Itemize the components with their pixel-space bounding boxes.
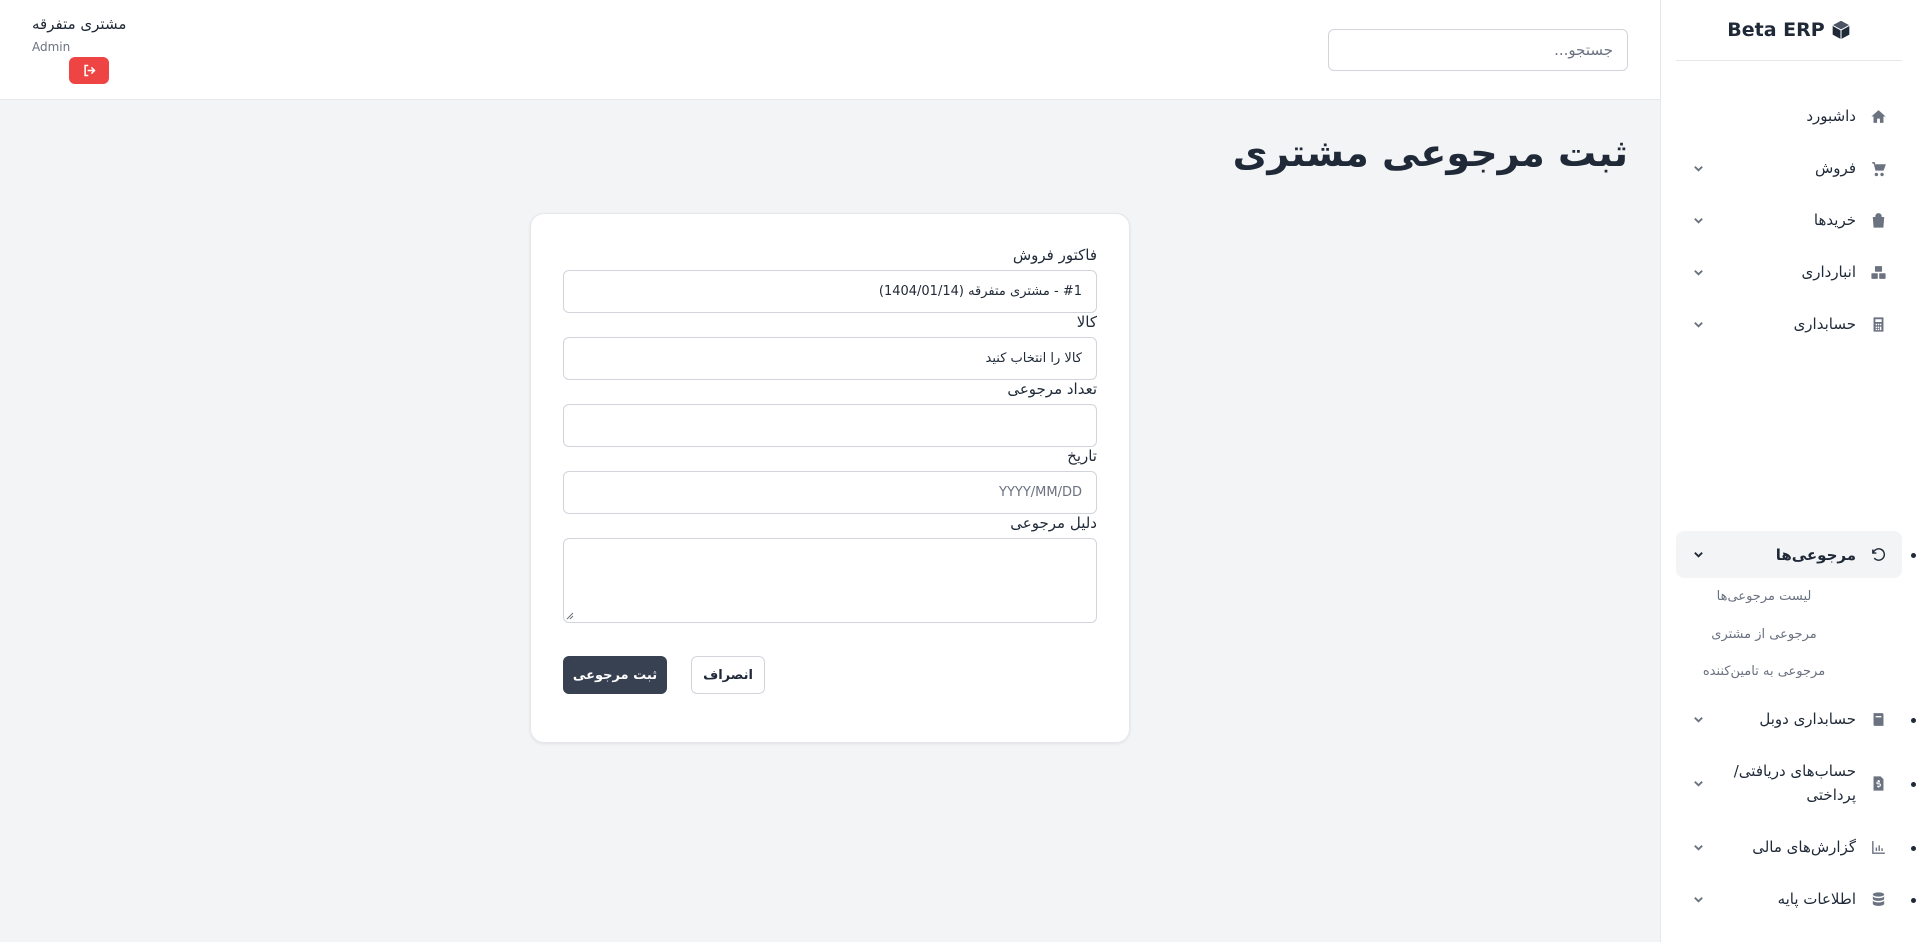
chevron-down-icon [1690,839,1706,855]
label-line-1: حساب‌های دریافتی/ [1733,762,1856,780]
invoice-select[interactable]: #1 - مشتری متفرقه (1404/01/14) [563,270,1097,313]
topbar: مشتری متفرقه Admin [0,0,1660,100]
search-input[interactable] [1328,29,1628,71]
sidebar-item-financial-reports[interactable]: گزارش‌های مالی [1676,824,1902,870]
return-form-card: فاکتور فروش #1 - مشتری متفرقه (1404/01/1… [530,213,1130,743]
reason-textarea[interactable] [563,538,1097,623]
book-icon [1868,709,1888,729]
sidebar-item-inventory[interactable]: انبارداری [1676,249,1902,295]
sidebar: Beta ERP داشبورد فروش خریدها انبارداری ح… [1660,0,1919,942]
chart-icon [1868,837,1888,857]
quantity-input[interactable] [563,404,1097,447]
home-icon [1868,106,1888,126]
date-input[interactable]: YYYY/MM/DD [563,471,1097,514]
database-icon [1868,889,1888,909]
user-name: مشتری متفرقه [32,15,127,33]
sidebar-item-label: حسابداری [1793,315,1856,333]
sidebar-item-label: حساب‌های دریافتی/ پرداختی [1706,759,1856,807]
logout-button[interactable] [69,57,109,84]
label-line-2: پرداختی [1806,786,1856,804]
chevron-down-icon [1690,212,1706,228]
quantity-label: تعداد مرجوعی [1007,380,1097,398]
sidebar-item-label: مرجوعی‌ها [1775,545,1856,564]
reason-label: دلیل مرجوعی [1010,514,1097,532]
sidebar-item-accounting[interactable]: حسابداری [1676,301,1902,347]
chevron-down-icon [1690,264,1706,280]
user-role: Admin [32,40,71,54]
cart-icon [1868,158,1888,178]
bullet-marker [1911,846,1916,851]
sidebar-subitem-customer-return[interactable]: مرجوعی از مشتری [1689,627,1839,642]
chevron-down-icon [1690,711,1706,727]
bag-icon [1868,210,1888,230]
sidebar-subitem-returns-list[interactable]: لیست مرجوعی‌ها [1689,589,1839,604]
bullet-marker [1911,718,1916,723]
logout-icon [83,64,96,77]
cube-icon [1832,20,1850,40]
chevron-down-icon [1690,316,1706,332]
product-label: کالا [1076,313,1097,331]
undo-icon [1868,545,1888,565]
product-select[interactable]: کالا را انتخاب کنید [563,337,1097,380]
chevron-down-icon [1690,547,1706,563]
sidebar-item-double-entry[interactable]: حسابداری دوبل [1676,696,1902,742]
calculator-icon [1868,314,1888,334]
bullet-marker [1911,898,1916,903]
sidebar-subitem-supplier-return[interactable]: مرجوعی به تامین‌کننده [1689,664,1839,679]
chevron-down-icon [1690,775,1706,791]
submit-return-button[interactable]: ثبت مرجوعی [563,656,667,694]
invoice-label: فاکتور فروش [1012,246,1097,264]
brand-name: Beta ERP [1727,19,1825,41]
brand-logo[interactable]: Beta ERP [1676,0,1902,61]
sidebar-item-label: اطلاعات پایه [1777,890,1856,908]
date-label: تاریخ [1067,447,1097,465]
sidebar-item-base-info[interactable]: اطلاعات پایه [1676,876,1902,922]
sidebar-item-receivables-payables[interactable]: حساب‌های دریافتی/ پرداختی [1676,750,1902,816]
sidebar-item-sales[interactable]: فروش [1676,145,1902,191]
invoice-icon [1868,773,1888,793]
sidebar-item-label: حسابداری دوبل [1759,710,1856,728]
chevron-down-icon [1690,891,1706,907]
resize-grip-icon[interactable] [566,612,574,620]
page-title: ثبت مرجوعی مشتری [1232,131,1628,175]
invoice-select-value: #1 - مشتری متفرقه (1404/01/14) [878,284,1082,299]
date-input-placeholder: YYYY/MM/DD [999,485,1082,500]
cancel-button[interactable]: انصراف [691,656,765,694]
sidebar-item-dashboard[interactable]: داشبورد [1676,93,1902,139]
bullet-marker [1911,782,1916,787]
chevron-down-icon [1690,160,1706,176]
bullet-marker [1911,553,1916,558]
sidebar-item-label: خریدها [1813,211,1856,229]
sidebar-item-label: انبارداری [1801,263,1856,281]
sidebar-item-returns[interactable]: مرجوعی‌ها [1676,531,1902,578]
sidebar-item-purchases[interactable]: خریدها [1676,197,1902,243]
sidebar-item-label: فروش [1814,159,1856,177]
sidebar-item-label: گزارش‌های مالی [1752,838,1856,856]
product-select-value: کالا را انتخاب کنید [985,351,1082,366]
sidebar-item-label: داشبورد [1806,107,1856,125]
boxes-icon [1868,262,1888,282]
